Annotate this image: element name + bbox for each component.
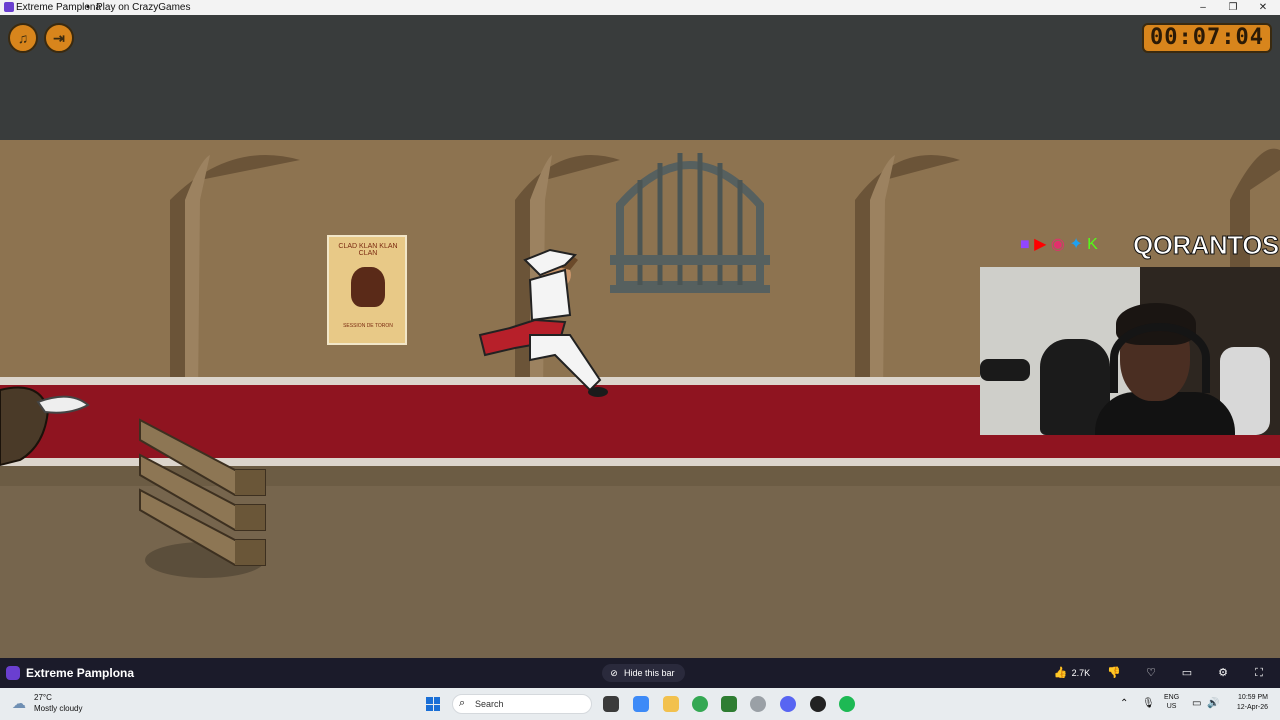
crazygames-app-icon	[4, 2, 14, 12]
close-button[interactable]: ✕	[1248, 0, 1278, 15]
restore-button[interactable]: ❐	[1218, 0, 1248, 15]
feedback-icon: ▭	[1181, 667, 1193, 679]
ceiling	[0, 15, 1280, 140]
game-timer: 00:07:04	[1142, 23, 1272, 53]
crazygames-logo-icon	[6, 666, 20, 680]
exit-icon[interactable]: ⇥	[44, 23, 74, 53]
heart-icon: ♡	[1146, 667, 1156, 679]
eye-off-icon: ⊘	[610, 668, 618, 678]
bullfight-poster: CLAD KLAN KLAN CLAN SESSION DE TORON	[327, 235, 407, 345]
file-explorer-icon[interactable]	[663, 696, 679, 712]
cloud-icon[interactable]: ☁	[12, 696, 28, 710]
window-subtitle: Play on CrazyGames	[96, 2, 191, 13]
streamer-branding: ■ ▶ ◉ ✦ K QORANTOS	[1018, 230, 1280, 262]
obs-icon[interactable]	[750, 696, 766, 712]
fullscreen-icon: ⛶	[1255, 667, 1263, 679]
twitter-icon: ✦	[1069, 236, 1083, 253]
iron-gate	[610, 153, 770, 293]
window-titlebar: Extreme Pamplona • Play on CrazyGames – …	[0, 0, 1280, 15]
like-button[interactable]: 👍 2.7K	[1050, 663, 1094, 683]
chevron-up-icon[interactable]: ⌃	[1120, 698, 1128, 709]
instagram-icon: ◉	[1050, 236, 1065, 253]
task-view-icon[interactable]	[603, 696, 619, 712]
hide-bar-button[interactable]: ⊘ Hide this bar	[602, 664, 685, 682]
poster-bull-image	[351, 267, 385, 307]
title-separator: •	[86, 2, 90, 13]
recorder-icon[interactable]	[810, 696, 826, 712]
runner-character[interactable]	[470, 240, 620, 400]
clock[interactable]: 10:59 PM 12-Apr-26	[1220, 693, 1268, 713]
search-icon: ⌕	[459, 697, 466, 709]
poster-header: CLAD KLAN KLAN CLAN	[338, 243, 398, 257]
copilot-icon[interactable]	[633, 696, 649, 712]
minimize-button[interactable]: –	[1188, 0, 1218, 15]
kick-icon: K	[1087, 236, 1098, 253]
spotify-icon[interactable]	[839, 696, 855, 712]
youtube-icon: ▶	[1034, 236, 1047, 253]
webcam-overlay	[980, 267, 1280, 435]
windows-taskbar: ☁ 27°C Mostly cloudy ⌕ Search ⌃ 🎙 ENG US…	[0, 688, 1280, 720]
weather-condition[interactable]: Mostly cloudy	[34, 704, 82, 713]
streamer-name: QORANTOS	[1133, 230, 1280, 261]
search-placeholder: Search	[475, 699, 504, 709]
weather-temperature[interactable]: 27°C	[34, 693, 52, 702]
volume-icon[interactable]: 🔊	[1207, 698, 1219, 709]
language-indicator[interactable]: ENG US	[1164, 693, 1179, 711]
game-app-icon[interactable]	[721, 696, 737, 712]
fullscreen-button[interactable]: ⛶	[1251, 663, 1267, 683]
poster-footer: SESSION DE TORON	[343, 323, 393, 329]
network-icon[interactable]: ▭	[1192, 698, 1201, 709]
feedback-button[interactable]: ▭	[1179, 663, 1195, 683]
microphone	[980, 359, 1030, 381]
thumbs-down-icon: 👎	[1107, 667, 1121, 679]
chrome-icon[interactable]	[692, 696, 708, 712]
game-name: Extreme Pamplona	[26, 666, 135, 680]
wooden-hurdle	[139, 418, 266, 578]
game-canvas[interactable]: CLAD KLAN KLAN CLAN SESSION DE TORON ♫ ⇥…	[0, 15, 1280, 658]
share-icon: ⚙	[1218, 667, 1228, 679]
windows-start-icon[interactable]	[426, 697, 440, 711]
dislike-button[interactable]: 👎	[1106, 663, 1122, 683]
taskbar-search[interactable]: ⌕ Search	[452, 694, 592, 714]
headphones	[1110, 323, 1210, 393]
crazygames-bar: Extreme Pamplona ⊘ Hide this bar 👍 2.7K 👎 …	[0, 658, 1280, 688]
language-code: ENG	[1164, 694, 1180, 701]
bull-character	[0, 386, 90, 467]
social-icons: ■ ▶ ◉ ✦ K	[1020, 234, 1098, 254]
thumbs-up-icon: 👍	[1053, 667, 1068, 679]
twitch-icon: ■	[1020, 236, 1030, 253]
clock-date: 12-Apr-26	[1236, 704, 1268, 711]
like-count: 2.7K	[1071, 668, 1091, 678]
clock-time: 10:59 PM	[1238, 694, 1268, 701]
share-button[interactable]: ⚙	[1215, 663, 1231, 683]
discord-icon[interactable]	[780, 696, 796, 712]
hide-bar-label: Hide this bar	[624, 668, 675, 678]
favorite-button[interactable]: ♡	[1143, 663, 1159, 683]
microphone-icon[interactable]: 🎙	[1142, 698, 1155, 709]
sound-icon[interactable]: ♫	[8, 23, 38, 53]
region-code: US	[1166, 703, 1177, 710]
